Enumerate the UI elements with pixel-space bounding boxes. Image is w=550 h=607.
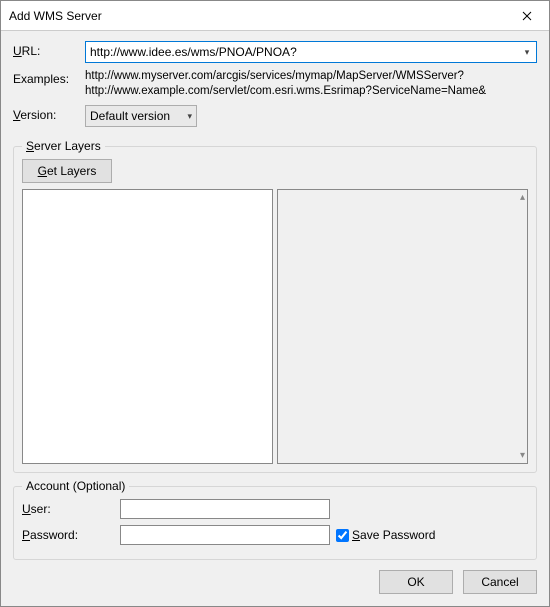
chevron-down-icon: ▾	[187, 111, 192, 122]
layer-panes: ▴ ▾	[22, 189, 528, 464]
user-input[interactable]	[120, 499, 330, 519]
url-combobox[interactable]: ▾	[85, 41, 537, 63]
examples-label: Examples:	[13, 69, 85, 86]
add-wms-server-dialog: Add WMS Server URL: ▾ Examples: http://w…	[0, 0, 550, 607]
save-password-checkbox[interactable]: Save Password	[336, 528, 435, 542]
password-row: Password: Save Password	[22, 525, 528, 545]
save-password-input[interactable]	[336, 529, 349, 542]
version-value: Default version	[90, 109, 170, 123]
url-input[interactable]	[86, 42, 518, 62]
account-group: Account (Optional) User: Password: Save …	[13, 479, 537, 560]
close-icon	[522, 11, 532, 21]
chevron-down-icon[interactable]: ▾	[518, 42, 536, 62]
url-label: URL:	[13, 41, 85, 58]
password-label: Password:	[22, 528, 120, 542]
examples-row: Examples: http://www.myserver.com/arcgis…	[13, 69, 537, 99]
url-row: URL: ▾	[13, 41, 537, 63]
layer-details-pane[interactable]: ▴ ▾	[277, 189, 528, 464]
window-title: Add WMS Server	[9, 9, 504, 23]
example-line-2: http://www.example.com/servlet/com.esri.…	[85, 84, 486, 99]
example-line-1: http://www.myserver.com/arcgis/services/…	[85, 69, 486, 84]
get-layers-button[interactable]: Get Layers	[22, 159, 112, 183]
cancel-button[interactable]: Cancel	[463, 570, 537, 594]
scroll-up-icon[interactable]: ▴	[520, 192, 525, 203]
password-input[interactable]	[120, 525, 330, 545]
titlebar: Add WMS Server	[1, 1, 549, 31]
account-legend: Account (Optional)	[22, 479, 129, 493]
examples-text: http://www.myserver.com/arcgis/services/…	[85, 69, 486, 99]
version-label: Version:	[13, 105, 85, 122]
version-dropdown[interactable]: Default version ▾	[85, 105, 197, 127]
save-password-label: Save Password	[352, 528, 435, 542]
layers-list-pane[interactable]	[22, 189, 273, 464]
version-row: Version: Default version ▾	[13, 105, 537, 127]
ok-button[interactable]: OK	[379, 570, 453, 594]
close-button[interactable]	[504, 1, 549, 30]
dialog-footer: OK Cancel	[13, 570, 537, 594]
user-row: User:	[22, 499, 528, 519]
dialog-content: URL: ▾ Examples: http://www.myserver.com…	[1, 31, 549, 606]
scroll-down-icon[interactable]: ▾	[520, 450, 525, 461]
user-label: User:	[22, 502, 120, 516]
server-layers-group: Server Layers Get Layers ▴ ▾	[13, 139, 537, 473]
server-layers-legend: Server Layers	[22, 139, 105, 153]
